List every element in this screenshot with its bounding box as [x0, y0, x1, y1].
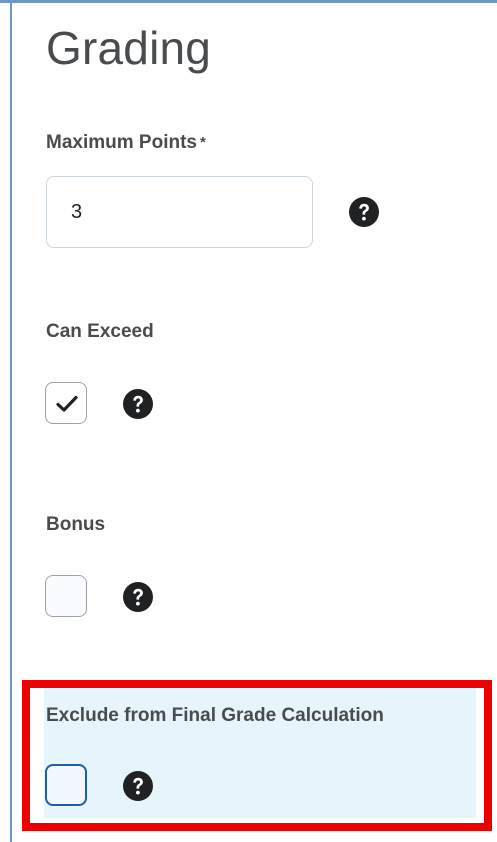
can-exceed-label: Can Exceed [46, 321, 154, 342]
section-title: Grading [46, 22, 212, 74]
bonus-label: Bonus [46, 514, 106, 535]
question-circle-icon[interactable] [123, 389, 153, 419]
maximum-points-label-text: Maximum Points [46, 132, 197, 153]
required-marker: * [199, 134, 206, 151]
checkmark-icon [56, 395, 78, 412]
grading-panel: Grading Maximum Points* Can Exceed Bonus [0, 0, 497, 842]
panel-left-border [10, 0, 12, 842]
panel-top-border [0, 0, 497, 3]
question-circle-icon[interactable] [123, 582, 153, 612]
bonus-checkbox[interactable] [45, 575, 87, 617]
question-circle-icon[interactable] [349, 197, 379, 227]
can-exceed-checkbox[interactable] [45, 382, 87, 424]
maximum-points-label: Maximum Points * [46, 131, 206, 155]
maximum-points-input[interactable] [46, 176, 313, 248]
annotation-highlight-frame [22, 680, 492, 831]
